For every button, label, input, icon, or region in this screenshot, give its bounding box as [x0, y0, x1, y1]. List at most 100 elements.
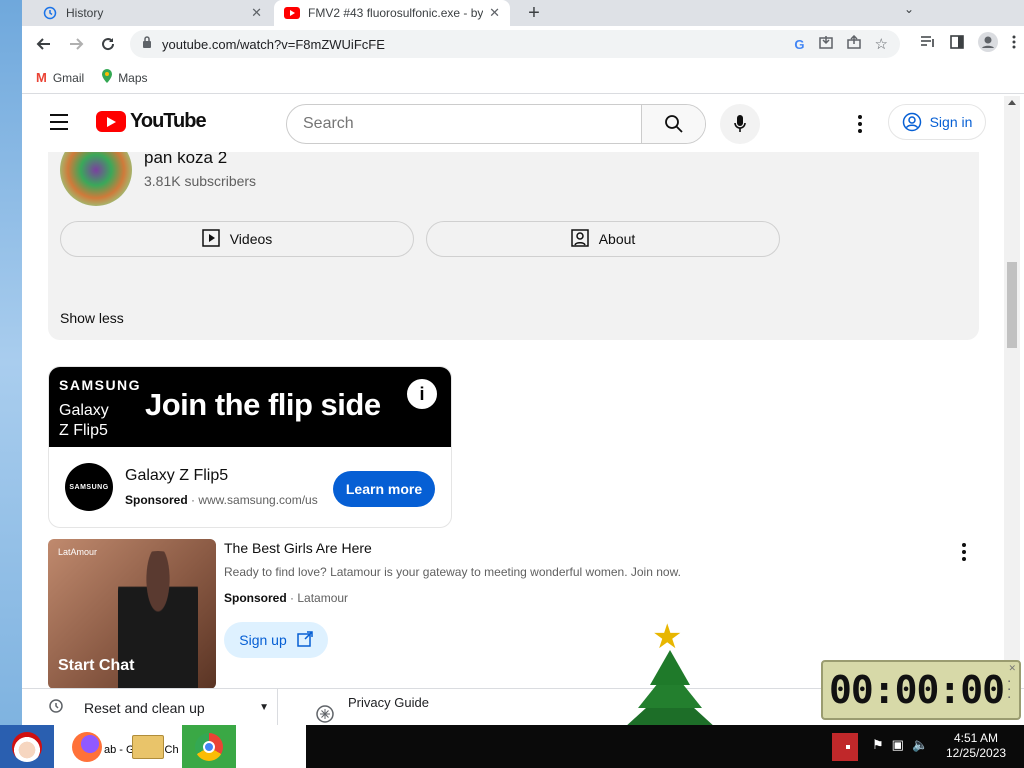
samsung-ad-card[interactable]: SAMSUNG Galaxy Z Flip5 Join the flip sid…	[48, 366, 452, 528]
bookmark-maps[interactable]: Maps	[102, 69, 148, 86]
privacy-guide-label: Privacy Guide	[348, 695, 429, 710]
reading-list-icon[interactable]	[920, 35, 936, 54]
countdown-clock-widget[interactable]: 00:00:00 ▪ ▪ ▪ ✕	[821, 660, 1021, 720]
browser-menu-icon[interactable]	[1012, 35, 1016, 54]
back-arrow-icon	[36, 38, 50, 50]
search-input[interactable]: Search	[287, 105, 641, 143]
show-less-button[interactable]: Show less	[60, 310, 124, 326]
google-lens-icon[interactable]: G	[794, 37, 804, 52]
new-tab-button[interactable]: +	[522, 0, 546, 26]
video-description-card: pan koza 2 3.81K subscribers Videos Abou…	[48, 134, 979, 340]
lock-icon[interactable]	[142, 35, 152, 53]
tab-youtube-video[interactable]: FMV2 #43 fluorosulfonic.exe - by ✕	[274, 0, 510, 26]
restore-history-icon	[48, 698, 64, 717]
bookmark-label: Maps	[118, 70, 148, 85]
scrollbar-thumb[interactable]	[1007, 262, 1017, 348]
sign-in-button[interactable]: Sign in	[888, 104, 986, 140]
dropdown-caret-icon[interactable]: ▼	[259, 702, 269, 713]
star-icon: ★	[652, 618, 683, 656]
ad-more-options-icon[interactable]	[956, 542, 972, 562]
bookmarks-bar: M Gmail Maps	[22, 62, 1024, 94]
address-bar[interactable]: youtube.com/watch?v=F8mZWUiFcFE G ☆	[130, 30, 900, 58]
scroll-up-arrow-icon[interactable]	[1008, 100, 1016, 105]
file-explorer-icon[interactable]	[132, 735, 164, 759]
search-button[interactable]	[641, 105, 705, 143]
channel-about-button[interactable]: About	[426, 221, 780, 257]
url-text[interactable]: youtube.com/watch?v=F8mZWUiFcFE	[162, 37, 385, 52]
external-link-icon	[296, 630, 313, 650]
forward-button[interactable]	[62, 30, 90, 58]
start-button[interactable]	[0, 725, 54, 768]
privacy-guide-icon	[316, 705, 334, 725]
clock-side-controls[interactable]: ▪ ▪ ▪	[1008, 678, 1010, 702]
account-circle-icon	[902, 112, 921, 132]
microphone-icon	[734, 115, 746, 132]
clock-time: 4:51 AM	[953, 731, 999, 745]
profile-avatar-icon[interactable]	[978, 32, 998, 57]
latamour-ad-meta: Sponsored · Latamour	[224, 591, 349, 605]
bookmark-label: Gmail	[52, 70, 85, 85]
latamour-ad-thumbnail[interactable]: LatAmour Start Chat	[48, 539, 216, 689]
reset-label: Reset and clean up	[84, 699, 205, 716]
tab-strip: History ✕ FMV2 #43 fluorosulfonic.exe - …	[22, 0, 1024, 26]
tab-history[interactable]: History ✕	[32, 0, 272, 26]
tab-title: History	[66, 6, 104, 20]
ad-slogan: Join the flip side	[145, 387, 381, 422]
about-label: About	[598, 231, 636, 247]
youtube-logo[interactable]: YouTube	[96, 110, 207, 133]
firefox-icon[interactable]	[72, 732, 102, 762]
network-icon[interactable]: ▣	[892, 737, 904, 753]
privacy-guide-item[interactable]: Privacy Guide	[316, 695, 429, 725]
reload-icon	[102, 38, 115, 51]
advertiser-logo: SAMSUNG	[65, 463, 113, 511]
ad-title[interactable]: Galaxy Z Flip5	[125, 467, 228, 485]
person-card-icon	[570, 228, 589, 250]
learn-more-button[interactable]: Learn more	[333, 471, 435, 507]
ad-product-text: Galaxy Z Flip5	[59, 401, 109, 441]
install-icon[interactable]	[818, 35, 833, 54]
video-icon	[201, 228, 220, 250]
ad-banner-image[interactable]: SAMSUNG Galaxy Z Flip5 Join the flip sid…	[49, 367, 451, 447]
close-widget-icon[interactable]: ✕	[1008, 663, 1016, 674]
ad-info-icon[interactable]: i	[405, 377, 439, 411]
page-scrollbar[interactable]	[1004, 96, 1020, 686]
desktop-background	[0, 0, 22, 725]
latamour-ad-title[interactable]: The Best Girls Are Here	[224, 540, 372, 556]
channel-videos-button[interactable]: Videos	[60, 221, 414, 257]
youtube-header: YouTube Search Sign in	[22, 96, 1004, 152]
reload-button[interactable]	[94, 30, 122, 58]
sign-up-label: Sign up	[239, 632, 287, 648]
sign-up-button[interactable]: Sign up	[224, 622, 328, 658]
side-panel-icon[interactable]	[950, 35, 964, 54]
clock-digits: 00:00:00	[829, 668, 1005, 712]
voice-search-button[interactable]	[720, 104, 760, 144]
thumbnail-brand-tag: LatAmour	[58, 547, 98, 557]
search-box: Search	[286, 104, 706, 144]
close-tab-icon[interactable]: ✕	[489, 5, 500, 21]
action-center-flag-icon[interactable]: ⚑	[872, 737, 884, 753]
back-button[interactable]	[30, 30, 58, 58]
chrome-taskbar-button[interactable]	[182, 725, 236, 768]
system-clock[interactable]: 4:51 AM 12/25/2023	[946, 731, 1006, 761]
reset-and-clean-up-item[interactable]: Reset and clean up ▼	[22, 689, 278, 725]
youtube-wordmark: YouTube	[130, 110, 207, 132]
tab-title: FMV2 #43 fluorosulfonic.exe - by	[308, 6, 484, 20]
volume-icon[interactable]: 🔈	[912, 737, 928, 753]
ad-meta: Sponsored · www.samsung.com/us	[125, 493, 318, 507]
youtube-play-logo-icon	[96, 111, 126, 132]
close-tab-icon[interactable]: ✕	[251, 5, 262, 21]
share-icon[interactable]	[846, 34, 861, 54]
guide-menu-icon[interactable]	[50, 114, 68, 135]
search-icon	[664, 115, 683, 133]
santa-start-icon	[12, 731, 42, 762]
settings-menu-icon[interactable]	[850, 112, 870, 136]
bookmark-gmail[interactable]: M Gmail	[36, 70, 84, 85]
bookmark-star-icon[interactable]: ☆	[875, 35, 888, 53]
history-icon	[42, 5, 58, 21]
subscriber-count: 3.81K subscribers	[144, 173, 257, 189]
christmas-tree-decoration: ★	[620, 620, 720, 725]
chrome-icon	[195, 732, 223, 761]
record-indicator-icon[interactable]	[832, 733, 858, 761]
taskbar: ab - Google Ch ⚑ ▣ 🔈 4:51 AM 12/25/2023	[0, 725, 1024, 768]
tab-search-icon[interactable]: ⌄	[904, 2, 914, 16]
